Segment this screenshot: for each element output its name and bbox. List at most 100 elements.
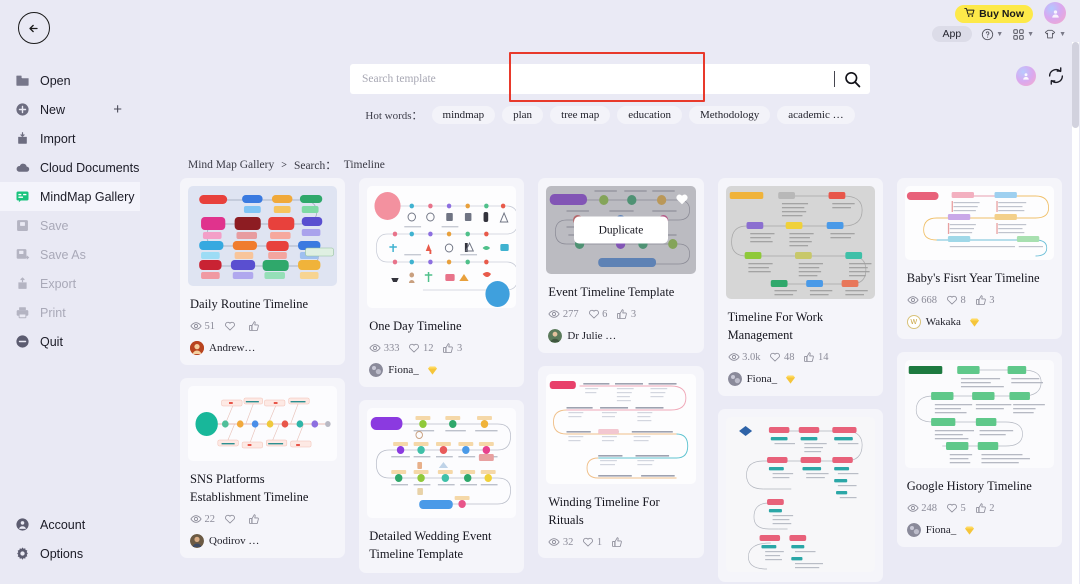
- scrollbar-thumb[interactable]: [1072, 42, 1079, 128]
- new-add-button[interactable]: +: [113, 101, 122, 118]
- mindmap-icon: [14, 188, 31, 205]
- heart-icon: [675, 194, 688, 205]
- back-button[interactable]: [18, 12, 50, 44]
- views-count: 32: [562, 536, 574, 548]
- likes-stat[interactable]: 1: [582, 536, 602, 548]
- template-card[interactable]: [717, 409, 883, 583]
- refresh-button[interactable]: [1046, 66, 1066, 86]
- sidebar-item-save-as[interactable]: Save As: [0, 240, 140, 269]
- buy-now-button[interactable]: Buy Now: [955, 5, 1033, 23]
- thumbs-stat[interactable]: 3: [975, 294, 995, 306]
- hot-word-chip[interactable]: tree map: [550, 106, 611, 124]
- hot-word-chip[interactable]: education: [617, 106, 683, 124]
- likes-count: 1: [596, 536, 603, 548]
- thumbs-stat[interactable]: 3: [442, 342, 462, 354]
- thumbs-count: 3: [630, 308, 637, 320]
- help-button[interactable]: ▼: [981, 28, 1003, 41]
- sidebar-item-label: New: [40, 102, 66, 117]
- favorite-button[interactable]: [675, 192, 689, 206]
- cloud-icon: [14, 159, 31, 176]
- avatar: [727, 372, 742, 387]
- hot-word-chip[interactable]: academic …: [777, 106, 855, 124]
- thumbs-stat[interactable]: 3: [616, 308, 636, 320]
- card-author[interactable]: Dr Julie …: [548, 329, 693, 344]
- sidebar-item-label: MindMap Gallery: [40, 189, 135, 204]
- eye-icon: [907, 296, 919, 304]
- search-button[interactable]: [843, 70, 862, 89]
- scrollbar-track[interactable]: [1072, 42, 1079, 584]
- topbar: Buy Now App ▼ ▼ ▼: [680, 0, 1080, 54]
- divider: [834, 71, 835, 87]
- user-avatar-glyph: [1051, 9, 1059, 18]
- card-author[interactable]: Qodirov …: [190, 534, 335, 549]
- sidebar-item-quit[interactable]: Quit: [0, 327, 140, 356]
- hot-word-chip[interactable]: Methodology: [689, 106, 771, 124]
- thumbs-stat[interactable]: [248, 513, 263, 525]
- vip-badge-icon: [426, 364, 439, 377]
- template-card[interactable]: Google History Timeline 248 5 2 Fiona_: [896, 352, 1062, 548]
- views-count: 51: [204, 320, 216, 332]
- app-button[interactable]: App: [931, 26, 973, 42]
- duplicate-button[interactable]: Duplicate: [573, 216, 668, 244]
- template-card[interactable]: Detailed Wedding Event Timeline Template: [359, 400, 525, 574]
- hot-word-chip[interactable]: mindmap: [431, 106, 496, 124]
- card-author[interactable]: Fiona_: [727, 372, 873, 387]
- hot-word-chip[interactable]: plan: [502, 106, 544, 124]
- likes-stat[interactable]: [224, 513, 239, 525]
- sidebar-item-print[interactable]: Print: [0, 298, 140, 327]
- sidebar-item-label: Quit: [40, 334, 63, 349]
- likes-stat[interactable]: 8: [946, 294, 966, 306]
- avatar[interactable]: [1016, 66, 1036, 86]
- thumbs-stat[interactable]: [248, 320, 263, 332]
- author-name: Qodirov …: [209, 535, 260, 548]
- likes-stat[interactable]: 12: [408, 342, 433, 354]
- thumbs-stat[interactable]: 2: [975, 502, 995, 514]
- heart-icon: [583, 538, 594, 547]
- chevron-down-icon: ▼: [1027, 30, 1035, 38]
- template-card[interactable]: Duplicate Event Timeline Template 277 6 …: [538, 178, 704, 354]
- card-author[interactable]: Fiona_: [906, 523, 1052, 538]
- author-name: Andrew…: [209, 342, 256, 355]
- thumbs-count: 14: [817, 351, 829, 363]
- search-input[interactable]: [362, 73, 830, 85]
- likes-count: 5: [960, 502, 966, 514]
- likes-stat[interactable]: 6: [588, 308, 607, 320]
- card-author[interactable]: W Wakaka: [906, 315, 1052, 330]
- sidebar-item-options[interactable]: Options: [0, 539, 140, 568]
- card-author[interactable]: Fiona_: [369, 363, 514, 378]
- search-bar[interactable]: [350, 64, 870, 94]
- apps-grid-button[interactable]: ▼: [1012, 28, 1034, 41]
- thumbs-stat[interactable]: [611, 536, 626, 548]
- avatar: [190, 341, 204, 356]
- gear-icon: [14, 545, 31, 562]
- sidebar-item-open[interactable]: Open: [0, 66, 140, 95]
- template-card[interactable]: Timeline For Work Management 3.0k 48 14: [717, 178, 883, 397]
- breadcrumb-root[interactable]: Mind Map Gallery: [188, 159, 274, 171]
- eye-icon: [190, 322, 202, 330]
- template-card[interactable]: One Day Timeline 333 12 3 Fiona_: [359, 178, 525, 388]
- template-card[interactable]: Daily Routine Timeline 51 Andrew…: [180, 178, 346, 366]
- template-gallery[interactable]: Daily Routine Timeline 51 Andrew… SNS Pl…: [180, 178, 1062, 584]
- card-author[interactable]: Andrew…: [190, 341, 335, 356]
- heart-icon: [770, 353, 781, 362]
- theme-button[interactable]: ▼: [1043, 28, 1066, 41]
- template-card[interactable]: SNS Platforms Establishment Timeline 22: [180, 378, 346, 559]
- likes-stat[interactable]: [224, 320, 239, 332]
- likes-stat[interactable]: 48: [769, 351, 794, 363]
- thumbnail-art: [908, 366, 1045, 464]
- template-card[interactable]: Baby's Fisrt Year Timeline 668 8 3 W Wak…: [896, 178, 1062, 340]
- sidebar-item-save[interactable]: Save: [0, 211, 140, 240]
- chevron-down-icon: ▼: [1059, 30, 1066, 38]
- template-card[interactable]: Winding Timeline For Rituals 32 1: [538, 366, 704, 559]
- views-stat: 277: [548, 308, 579, 320]
- likes-stat[interactable]: 5: [946, 502, 966, 514]
- sidebar-item-mindmap-gallery[interactable]: MindMap Gallery: [0, 182, 140, 211]
- sidebar-item-export[interactable]: Export: [0, 269, 140, 298]
- sidebar-item-account[interactable]: Account: [0, 510, 140, 539]
- sidebar-item-new[interactable]: New +: [0, 95, 140, 124]
- thumbs-stat[interactable]: 14: [803, 351, 828, 363]
- avatar[interactable]: [1044, 2, 1066, 24]
- likes-count: 8: [960, 294, 966, 306]
- sidebar-item-import[interactable]: Import: [0, 124, 140, 153]
- sidebar-item-cloud-documents[interactable]: Cloud Documents: [0, 153, 140, 182]
